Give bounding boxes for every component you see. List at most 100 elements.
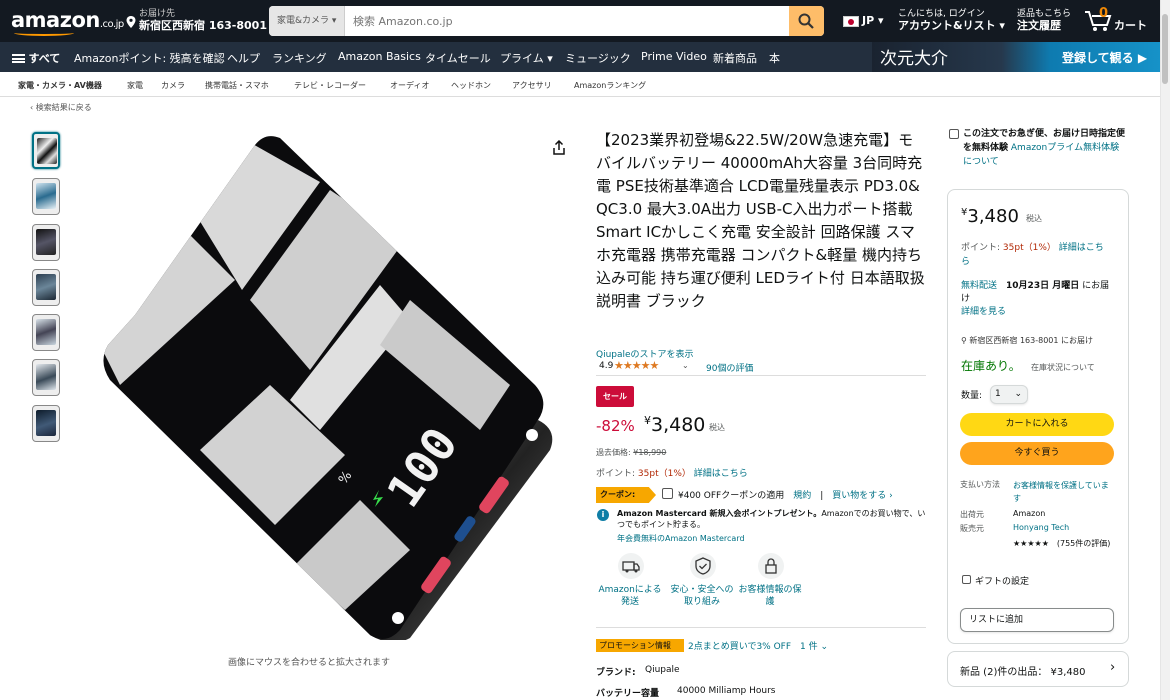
search-button[interactable] xyxy=(789,6,824,36)
search-bar: 家電&カメラ ▾ xyxy=(269,6,824,36)
info-icon: i xyxy=(597,509,609,521)
promo-badge: プロモーション情報 xyxy=(596,639,684,652)
star-rating-icon[interactable]: ★★★★★ xyxy=(614,359,659,372)
coupon-terms-link[interactable]: 規約 xyxy=(793,491,811,501)
prime-video-banner[interactable]: 次元大介 登録して観る ▶ xyxy=(872,42,1160,72)
feature-privacy[interactable]: お客様情報の保護 xyxy=(736,584,804,608)
cat-camera[interactable]: カメラ xyxy=(161,80,185,91)
nav-prime[interactable]: プライム ▾ xyxy=(500,50,553,66)
free-delivery-link[interactable]: 無料配送 xyxy=(961,281,997,291)
price: ¥3,480 xyxy=(644,414,706,436)
thumbnail-6[interactable] xyxy=(32,359,60,396)
location-pin-icon xyxy=(126,16,136,31)
payment-label: 支払い方法 xyxy=(960,480,1000,489)
list-price: 過去価格: ¥18,990 xyxy=(596,448,667,457)
cat-tv[interactable]: テレビ・レコーダー xyxy=(294,80,366,91)
add-to-cart-button[interactable]: カートに入れる xyxy=(960,413,1114,436)
cat-ranking[interactable]: Amazonランキング xyxy=(574,80,646,91)
thumbnail-2[interactable] xyxy=(32,178,60,215)
rating-count-link[interactable]: 90個の評価 xyxy=(706,361,753,374)
mastercard-promo: Amazon Mastercard 新規入会ポイントプレゼント。Amazonでの… xyxy=(617,509,926,529)
deliver-to[interactable]: お届け先 新宿区西新宿 163-8001 xyxy=(139,8,267,32)
main-product-image[interactable]: 100 % xyxy=(80,130,570,643)
language-selector[interactable]: JP ▾ xyxy=(862,14,884,27)
amazon-logo[interactable]: amazon.co.jp xyxy=(11,8,124,32)
product-title: 【2023業界初登場&22.5W/20W急速充電】モバイルバッテリー 40000… xyxy=(596,131,925,310)
ships-from-label: 出荷元 xyxy=(960,510,984,519)
menu-all[interactable]: すべて xyxy=(12,50,60,66)
feature-shipping[interactable]: Amazonによる発送 xyxy=(596,584,664,608)
sold-by-label: 販売元 xyxy=(960,524,984,533)
thumbnail-5[interactable] xyxy=(32,314,60,351)
buy-now-button[interactable]: 今すぐ買う xyxy=(960,442,1114,465)
lock-icon[interactable] xyxy=(757,552,785,580)
nav-music[interactable]: ミュージック xyxy=(565,50,631,66)
chevron-right-icon[interactable]: › xyxy=(1110,660,1115,675)
add-to-list-button[interactable]: リストに追加 xyxy=(960,608,1114,632)
account-menu[interactable]: こんにちは, ログイン アカウント&リスト ▾ xyxy=(898,8,1005,32)
logo-smile-icon xyxy=(14,30,74,36)
japan-flag-icon[interactable] xyxy=(843,16,859,27)
thumbnail-3[interactable] xyxy=(32,224,60,261)
stock-status: 在庫あり。 xyxy=(961,359,1021,373)
cat-accessories[interactable]: アクセサリ xyxy=(512,80,552,91)
shield-icon[interactable] xyxy=(689,552,717,580)
coupon-shop-link[interactable]: 買い物をする › xyxy=(832,491,892,501)
seller-rating[interactable]: ★★★★★ (755件の評価) xyxy=(1013,537,1113,550)
delivery-location[interactable]: ⚲ 新宿区西新宿 163-8001 にお届け xyxy=(961,335,1093,346)
coupon-checkbox[interactable] xyxy=(662,488,673,499)
chevron-down-icon[interactable]: ⌄ xyxy=(682,361,689,370)
prime-trial-checkbox[interactable] xyxy=(949,129,959,139)
points-details-link[interactable]: 詳細はこちら xyxy=(694,469,748,479)
mastercard-link[interactable]: 年会費無料のAmazon Mastercard xyxy=(617,533,745,544)
hamburger-icon xyxy=(12,54,25,63)
promo-link[interactable]: 2点まとめ買いで3% OFF 1 件 ⌄ xyxy=(688,639,828,652)
nav-points[interactable]: Amazonポイント: 残高を確認 xyxy=(74,50,225,66)
thumbnail-4[interactable] xyxy=(32,269,60,306)
nav-ranking[interactable]: ランキング xyxy=(272,50,327,66)
brand-label: ブランド: xyxy=(596,668,636,678)
thumbnail-1[interactable] xyxy=(32,132,60,169)
points-info: ポイント: 35pt（1%） 詳細はこちら xyxy=(596,469,748,479)
top-navbar: amazon.co.jp お届け先 新宿区西新宿 163-8001 家電&カメラ… xyxy=(0,0,1160,42)
search-input[interactable] xyxy=(347,6,777,36)
cat-electronics[interactable]: 家電・カメラ・AV機器 xyxy=(18,80,102,91)
nav-prime-video[interactable]: Prime Video xyxy=(641,50,707,63)
feature-safety[interactable]: 安心・安全への取り組み xyxy=(668,584,736,608)
ships-from-value: Amazon xyxy=(1013,509,1046,518)
divider xyxy=(596,375,926,376)
seller-link[interactable]: Honyang Tech xyxy=(1013,523,1069,532)
back-to-results-link[interactable]: ‹ 検索結果に戻る xyxy=(30,102,92,113)
delivery-info: 無料配送 10月23日 月曜日 にお届け 詳細を見る xyxy=(961,281,1110,317)
scrollbar[interactable] xyxy=(1160,0,1170,700)
scrollbar-thumb[interactable] xyxy=(1162,14,1168,84)
other-offers-text: 新品 (2)件の出品： ¥3,480 xyxy=(960,667,1086,678)
gift-checkbox[interactable] xyxy=(962,575,971,584)
cat-appliances[interactable]: 家電 xyxy=(127,80,143,91)
gift-label: ギフトの設定 xyxy=(975,577,1030,587)
power-bank-illustration: 100 % xyxy=(103,136,553,643)
payment-value[interactable]: お客様情報を保護しています xyxy=(1013,479,1113,505)
cart-label[interactable]: カート xyxy=(1114,17,1147,33)
discount-percent: -82% xyxy=(596,417,635,435)
truck-icon[interactable] xyxy=(617,552,645,580)
divider xyxy=(596,627,926,628)
cat-headphones[interactable]: ヘッドホン xyxy=(451,80,491,91)
buybox-price: ¥3,480 xyxy=(961,206,1019,227)
nav-books[interactable]: 本 xyxy=(769,50,780,66)
prime-trial-text: この注文でお急ぎ便、お届け日時指定便を無料体験 Amazonプライム無料体験につ… xyxy=(963,129,1126,167)
cat-audio[interactable]: オーディオ xyxy=(390,80,429,91)
orders-link[interactable]: 返品もこちら 注文履歴 xyxy=(1017,8,1071,32)
thumbnail-7[interactable] xyxy=(32,405,60,442)
capacity-label: バッテリー容量 xyxy=(596,689,660,699)
banner-cta: 登録して観る ▶ xyxy=(1062,51,1148,65)
delivery-details-link[interactable]: 詳細を見る xyxy=(961,307,1006,317)
nav-timesale[interactable]: タイムセール xyxy=(425,50,491,66)
quantity-select[interactable]: 1 ⌄ xyxy=(990,385,1028,404)
share-icon[interactable] xyxy=(552,139,566,160)
search-category-dropdown[interactable]: 家電&カメラ ▾ xyxy=(269,6,345,36)
nav-help[interactable]: ヘルプ xyxy=(227,50,260,66)
cat-phones[interactable]: 携帯電話・スマホ xyxy=(205,80,269,91)
nav-new-releases[interactable]: 新着商品 xyxy=(713,50,757,66)
nav-amazon-basics[interactable]: Amazon Basics xyxy=(338,50,421,63)
